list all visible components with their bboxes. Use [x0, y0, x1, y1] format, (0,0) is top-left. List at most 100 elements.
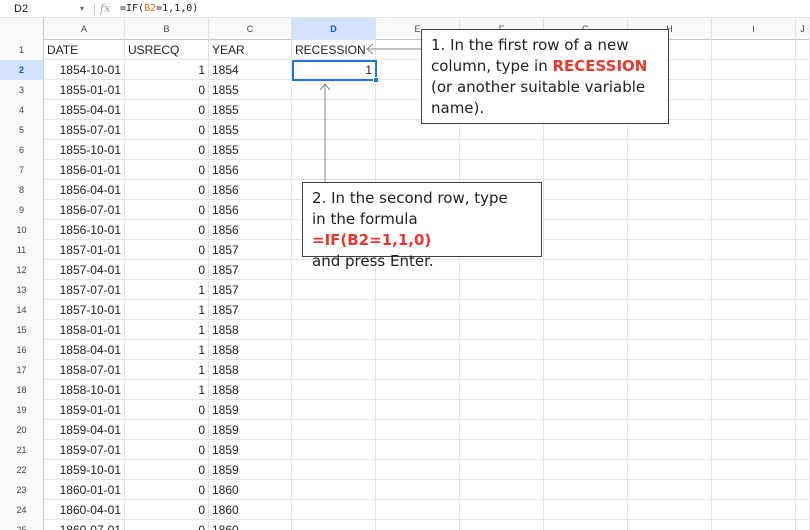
row-header[interactable]: 19 — [0, 400, 44, 420]
name-box[interactable]: D2 — [0, 0, 78, 18]
cell-i21[interactable] — [712, 440, 796, 460]
cell-c23[interactable]: 1860 — [209, 480, 292, 500]
cell-e15[interactable] — [376, 320, 460, 340]
cell-e24[interactable] — [376, 500, 460, 520]
cell-h13[interactable] — [628, 280, 712, 300]
cell-i6[interactable] — [712, 140, 796, 160]
cell-a14[interactable]: 1857-10-01 — [44, 300, 125, 320]
column-header-j[interactable]: J — [796, 18, 810, 40]
cell-b23[interactable]: 0 — [125, 480, 209, 500]
cell-c25[interactable]: 1860 — [209, 520, 292, 530]
cell-i12[interactable] — [712, 260, 796, 280]
row-header[interactable]: 22 — [0, 460, 44, 480]
cell-a4[interactable]: 1855-04-01 — [44, 100, 125, 120]
cell-i8[interactable] — [712, 180, 796, 200]
cell-g15[interactable] — [544, 320, 628, 340]
cell-a11[interactable]: 1857-01-01 — [44, 240, 125, 260]
cell-j14[interactable] — [796, 300, 810, 320]
cell-f23[interactable] — [460, 480, 544, 500]
cell-b8[interactable]: 0 — [125, 180, 209, 200]
cell-h22[interactable] — [628, 460, 712, 480]
row-header[interactable]: 8 — [0, 180, 44, 200]
cell-j16[interactable] — [796, 340, 810, 360]
cell-j21[interactable] — [796, 440, 810, 460]
row-header[interactable]: 21 — [0, 440, 44, 460]
cell-j10[interactable] — [796, 220, 810, 240]
cell-f14[interactable] — [460, 300, 544, 320]
cell-i9[interactable] — [712, 200, 796, 220]
cell-j11[interactable] — [796, 240, 810, 260]
cell-h19[interactable] — [628, 400, 712, 420]
cell-h23[interactable] — [628, 480, 712, 500]
cell-a16[interactable]: 1858-04-01 — [44, 340, 125, 360]
cell-f15[interactable] — [460, 320, 544, 340]
cell-c15[interactable]: 1858 — [209, 320, 292, 340]
row-header[interactable]: 14 — [0, 300, 44, 320]
cell-a21[interactable]: 1859-07-01 — [44, 440, 125, 460]
cell-i17[interactable] — [712, 360, 796, 380]
cell-h7[interactable] — [628, 160, 712, 180]
row-header[interactable]: 23 — [0, 480, 44, 500]
cell-c6[interactable]: 1855 — [209, 140, 292, 160]
cell-g13[interactable] — [544, 280, 628, 300]
cell-h17[interactable] — [628, 360, 712, 380]
cell-f20[interactable] — [460, 420, 544, 440]
cell-a5[interactable]: 1855-07-01 — [44, 120, 125, 140]
cell-e13[interactable] — [376, 280, 460, 300]
cell-g14[interactable] — [544, 300, 628, 320]
cell-b25[interactable]: 0 — [125, 520, 209, 530]
cell-e14[interactable] — [376, 300, 460, 320]
cell-i2[interactable] — [712, 60, 796, 80]
cell-d20[interactable] — [292, 420, 376, 440]
cell-g19[interactable] — [544, 400, 628, 420]
column-header-i[interactable]: I — [712, 18, 796, 40]
cell-b19[interactable]: 0 — [125, 400, 209, 420]
cell-j12[interactable] — [796, 260, 810, 280]
cell-h10[interactable] — [628, 220, 712, 240]
cell-b15[interactable]: 1 — [125, 320, 209, 340]
row-header[interactable]: 25 — [0, 520, 44, 530]
row-header[interactable]: 6 — [0, 140, 44, 160]
cell-g11[interactable] — [544, 240, 628, 260]
row-header[interactable]: 1 — [0, 40, 44, 60]
cell-c24[interactable]: 1860 — [209, 500, 292, 520]
cell-g25[interactable] — [544, 520, 628, 530]
cell-j20[interactable] — [796, 420, 810, 440]
cell-g12[interactable] — [544, 260, 628, 280]
cell-j9[interactable] — [796, 200, 810, 220]
cell-g20[interactable] — [544, 420, 628, 440]
cell-c8[interactable]: 1856 — [209, 180, 292, 200]
cell-g21[interactable] — [544, 440, 628, 460]
cell-f21[interactable] — [460, 440, 544, 460]
cell-g16[interactable] — [544, 340, 628, 360]
row-header[interactable]: 7 — [0, 160, 44, 180]
cell-j7[interactable] — [796, 160, 810, 180]
cell-e23[interactable] — [376, 480, 460, 500]
cell-d7[interactable] — [292, 160, 376, 180]
cell-c12[interactable]: 1857 — [209, 260, 292, 280]
cell-i25[interactable] — [712, 520, 796, 530]
cell-d22[interactable] — [292, 460, 376, 480]
cell-c21[interactable]: 1859 — [209, 440, 292, 460]
active-cell-selection[interactable] — [292, 60, 377, 81]
cell-i18[interactable] — [712, 380, 796, 400]
cell-j15[interactable] — [796, 320, 810, 340]
cell-b9[interactable]: 0 — [125, 200, 209, 220]
chevron-down-icon[interactable]: ▾ — [76, 0, 88, 18]
cell-e19[interactable] — [376, 400, 460, 420]
cell-c14[interactable]: 1857 — [209, 300, 292, 320]
cell-i4[interactable] — [712, 100, 796, 120]
cell-c18[interactable]: 1858 — [209, 380, 292, 400]
cell-e6[interactable] — [376, 140, 460, 160]
cell-i7[interactable] — [712, 160, 796, 180]
cell-d19[interactable] — [292, 400, 376, 420]
cell-d24[interactable] — [292, 500, 376, 520]
row-header[interactable]: 9 — [0, 200, 44, 220]
cell-i1[interactable] — [712, 40, 796, 60]
cell-i23[interactable] — [712, 480, 796, 500]
cell-b2[interactable]: 1 — [125, 60, 209, 80]
cell-i16[interactable] — [712, 340, 796, 360]
cell-c4[interactable]: 1855 — [209, 100, 292, 120]
cell-b22[interactable]: 0 — [125, 460, 209, 480]
cell-c20[interactable]: 1859 — [209, 420, 292, 440]
